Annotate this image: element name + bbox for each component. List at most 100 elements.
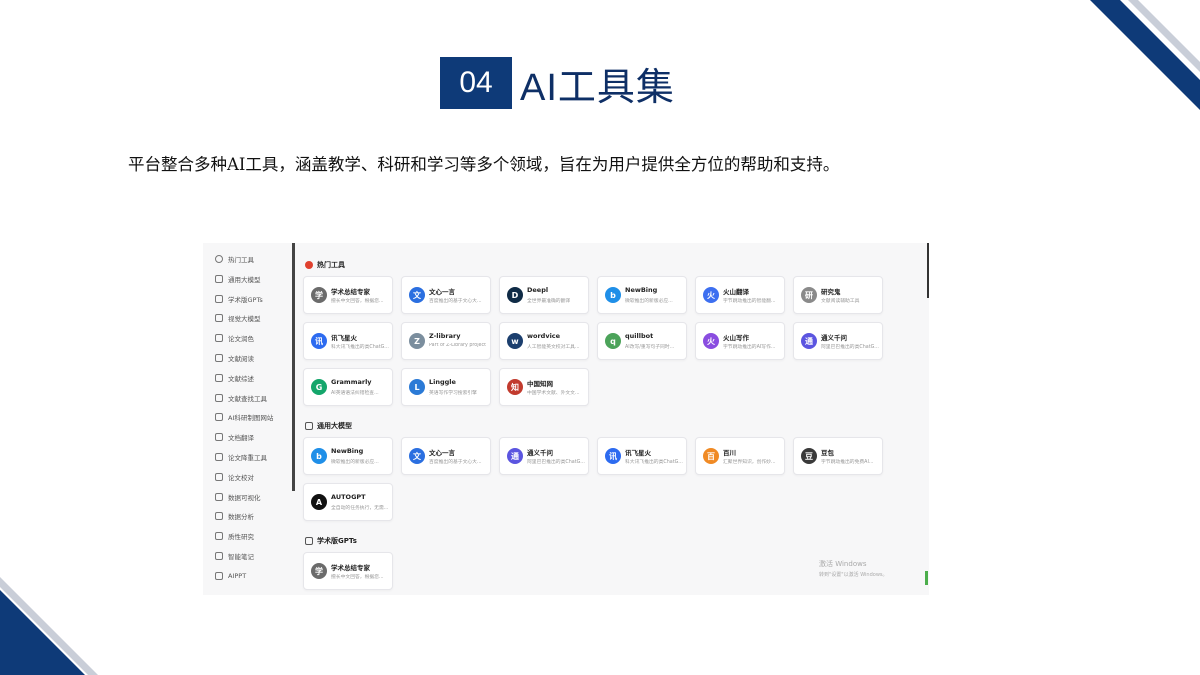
tool-description: 科大讯飞推出的类ChatG... — [331, 345, 389, 350]
tool-logo-icon: D — [507, 287, 523, 303]
scrollbar[interactable] — [927, 243, 929, 298]
section-heading: 学术版GPTs — [305, 535, 357, 547]
slide-description: 平台整合多种AI工具，涵盖教学、科研和学习等多个领域，旨在为用户提供全方位的帮助… — [128, 155, 840, 174]
tool-card[interactable]: 学学术总结专家 擅长中文回答，根据您... — [303, 276, 393, 314]
tool-card[interactable]: 百百川 汇聚世界知识，创作妙... — [695, 437, 785, 475]
tool-card[interactable]: q quillbot AI改写/重写句子同时... — [597, 322, 687, 360]
tool-name: 中国知网 — [527, 380, 553, 388]
tool-name: 学术总结专家 — [331, 564, 370, 572]
sidebar-item[interactable]: 数据可视化 — [215, 490, 261, 504]
fire-icon — [215, 255, 223, 263]
sidebar-item[interactable]: 学术版GPTs — [215, 292, 263, 306]
tool-description: 擅长中文回答，根据您... — [331, 299, 384, 304]
sidebar-item[interactable]: AIPPT — [215, 569, 246, 583]
tool-logo-icon: 通 — [507, 448, 523, 464]
tool-name: Z-library — [429, 332, 461, 340]
pen-icon — [215, 334, 223, 343]
tool-name: NewBing — [331, 447, 364, 455]
tool-card[interactable]: 通通义千问 阿里巴巴推出的类ChatG... — [793, 322, 883, 360]
grid-icon — [305, 422, 313, 430]
analysis-icon — [215, 512, 223, 521]
windows-activation-watermark: 激活 Windows 转到"设置"以激活 Windows。 — [819, 559, 888, 578]
section-number-badge: 04 — [440, 57, 512, 109]
tool-name: 讯飞星火 — [625, 449, 651, 457]
sidebar-item-label: 通用大模型 — [228, 275, 261, 284]
tool-card[interactable]: 豆豆包字节跳动推出的免费AI... — [793, 437, 883, 475]
sidebar-item[interactable]: 数据分析 — [215, 509, 254, 523]
tool-logo-icon: 豆 — [801, 448, 817, 464]
tool-logo-icon: 研 — [801, 287, 817, 303]
tool-logo-icon: 学 — [311, 287, 327, 303]
tool-card[interactable]: b NewBing 微软推出的新版必应... — [303, 437, 393, 475]
tool-description: 阿里巴巴推出的类ChatG... — [527, 460, 585, 465]
tool-card[interactable]: 通通义千问 阿里巴巴推出的类ChatG... — [499, 437, 589, 475]
monitor-icon — [215, 492, 223, 501]
sidebar-item[interactable]: 文档翻译 — [215, 430, 254, 444]
sidebar-item[interactable]: 论文润色 — [215, 331, 254, 345]
tool-logo-icon: b — [605, 287, 621, 303]
tool-name: 通义千问 — [821, 334, 847, 342]
tool-description: 百度推出的基于文心大... — [429, 460, 482, 465]
tool-logo-icon: w — [507, 333, 523, 349]
tool-card[interactable]: w wordvice 人工智能英文校对工具... — [499, 322, 589, 360]
tool-description: 科大讯飞推出的类ChatG... — [625, 460, 683, 465]
tool-card[interactable]: 研研究鬼 文献阅读辅助工具 — [793, 276, 883, 314]
tool-description: AI改写/重写句子同时... — [625, 345, 675, 350]
tool-name: 火山翻译 — [723, 288, 749, 296]
grid-icon — [215, 274, 223, 283]
tool-name: 文心一言 — [429, 288, 455, 296]
tool-description: Part of Z-Library project — [429, 343, 487, 348]
tool-name: wordvice — [527, 332, 561, 340]
tool-card[interactable]: 文文心一言 百度推出的基于文心大... — [401, 276, 491, 314]
tool-description: 汇聚世界知识，创作妙... — [723, 460, 776, 465]
section-title: 学术版GPTs — [317, 537, 357, 545]
tool-logo-icon: q — [605, 333, 621, 349]
sidebar-item-label: 数据可视化 — [228, 493, 261, 502]
sidebar-item-label: AI科研制图网站 — [228, 414, 274, 423]
tool-card[interactable]: Z Z-library Part of Z-Library project — [401, 322, 491, 360]
tool-card[interactable]: 火火山写作 字节跳动推出的AI写作... — [695, 322, 785, 360]
tool-card[interactable]: 讯讯飞星火 科大讯飞推出的类ChatG... — [303, 322, 393, 360]
tool-description: 字节跳动推出的AI写作... — [723, 345, 776, 350]
sidebar-item[interactable]: 文献查找工具 — [215, 391, 267, 405]
sidebar-item[interactable]: 视觉大模型 — [215, 311, 261, 325]
sidebar-item[interactable]: 文献阅读 — [215, 351, 254, 365]
tool-logo-icon: G — [311, 379, 327, 395]
sidebar-item[interactable]: 论文校对 — [215, 470, 254, 484]
sidebar-item-label: AIPPT — [228, 571, 247, 580]
sidebar-item[interactable]: 通用大模型 — [215, 272, 261, 286]
sidebar-item[interactable]: 热门工具 — [215, 252, 254, 266]
tool-name: 研究鬼 — [821, 288, 841, 296]
tool-logo-icon: 通 — [801, 333, 817, 349]
sidebar-item-label: 文档翻译 — [228, 434, 254, 443]
sidebar-item[interactable]: 质性研究 — [215, 529, 254, 543]
grid-icon — [215, 294, 223, 303]
tool-name: 豆包 — [821, 449, 834, 457]
tool-logo-icon: 讯 — [311, 333, 327, 349]
tool-card[interactable]: G Grammarly AI英语语法纠错检查... — [303, 368, 393, 406]
check-icon — [215, 472, 223, 481]
doc-icon — [215, 373, 223, 382]
tool-card[interactable]: 火火山翻译 字节跳动推出的智能翻... — [695, 276, 785, 314]
section-title: 热门工具 — [317, 261, 345, 269]
tool-card[interactable]: A AUTOGPT 全自动的任务执行，无需... — [303, 483, 393, 521]
tool-card[interactable]: 学学术总结专家 擅长中文回答，根据您... — [303, 552, 393, 590]
sidebar-item[interactable]: 论文降重工具 — [215, 450, 267, 464]
tool-card[interactable]: L Linggle 英语写作学习搜索引擎 — [401, 368, 491, 406]
sidebar-item-label: 文献综述 — [228, 374, 254, 383]
tool-description: 字节跳动推出的免费AI... — [821, 460, 874, 465]
tool-description: 全自动的任务执行，无需... — [331, 506, 389, 511]
sidebar-item[interactable]: 智能笔记 — [215, 549, 254, 563]
tool-card[interactable]: b NewBing 微软推出的新版必应... — [597, 276, 687, 314]
corner-decoration-top-right — [1090, 0, 1200, 110]
sidebar-item[interactable]: 文献综述 — [215, 371, 254, 385]
tool-logo-icon: 文 — [409, 448, 425, 464]
research-icon — [215, 532, 223, 541]
sidebar-item[interactable]: AI科研制图网站 — [215, 410, 273, 424]
tool-card[interactable]: 知中国知网 中国学术文献、外文文... — [499, 368, 589, 406]
tool-description: 百度推出的基于文心大... — [429, 299, 482, 304]
tool-card[interactable]: 文文心一言 百度推出的基于文心大... — [401, 437, 491, 475]
tool-card[interactable]: D Deepl 全世界最准确的翻译 — [499, 276, 589, 314]
tool-logo-icon: 知 — [507, 379, 523, 395]
tool-card[interactable]: 讯讯飞星火 科大讯飞推出的类ChatG... — [597, 437, 687, 475]
